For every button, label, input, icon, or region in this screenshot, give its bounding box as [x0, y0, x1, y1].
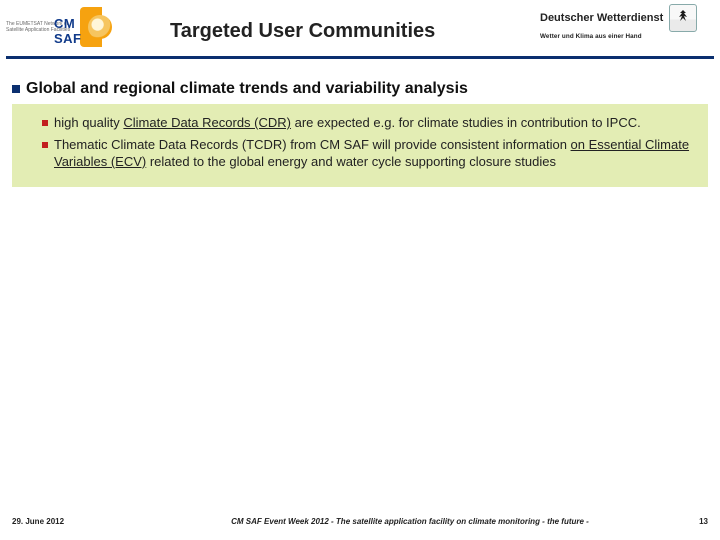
slide: The EUMETSAT Network of Satellite Applic…	[0, 0, 720, 540]
dwd-tagline: Wetter und Klima aus einer Hand	[540, 33, 710, 40]
square-bullet-icon	[42, 142, 48, 148]
highlight-box: high quality Climate Data Records (CDR) …	[12, 104, 708, 187]
footer-date: 29. June 2012	[12, 517, 152, 526]
slide-title: Targeted User Communities	[170, 20, 435, 43]
header-divider	[6, 56, 714, 59]
list-item: Thematic Climate Data Records (TCDR) fro…	[22, 134, 698, 173]
bullet-text: high quality Climate Data Records (CDR) …	[54, 114, 641, 132]
list-item: high quality Climate Data Records (CDR) …	[22, 112, 698, 134]
heading-row: Global and regional climate trends and v…	[12, 80, 708, 98]
dwd-eagle-icon	[669, 4, 697, 32]
cmsaf-logo: The EUMETSAT Network of Satellite Applic…	[6, 6, 102, 48]
footer-caption: CM SAF Event Week 2012 - The satellite a…	[152, 517, 668, 526]
header: The EUMETSAT Network of Satellite Applic…	[0, 0, 720, 62]
square-bullet-icon	[12, 85, 20, 93]
dwd-logo: Deutscher Wetterdienst Wetter und Klima …	[540, 4, 710, 40]
square-bullet-icon	[42, 120, 48, 126]
bullet-text: Thematic Climate Data Records (TCDR) fro…	[54, 136, 698, 171]
footer: 29. June 2012 CM SAF Event Week 2012 - T…	[12, 517, 708, 526]
content: Global and regional climate trends and v…	[12, 80, 708, 187]
section-heading: Global and regional climate trends and v…	[26, 80, 468, 98]
page-number: 13	[668, 517, 708, 526]
dwd-name: Deutscher Wetterdienst	[540, 12, 663, 24]
cmsaf-label: CM SAF	[54, 16, 102, 46]
